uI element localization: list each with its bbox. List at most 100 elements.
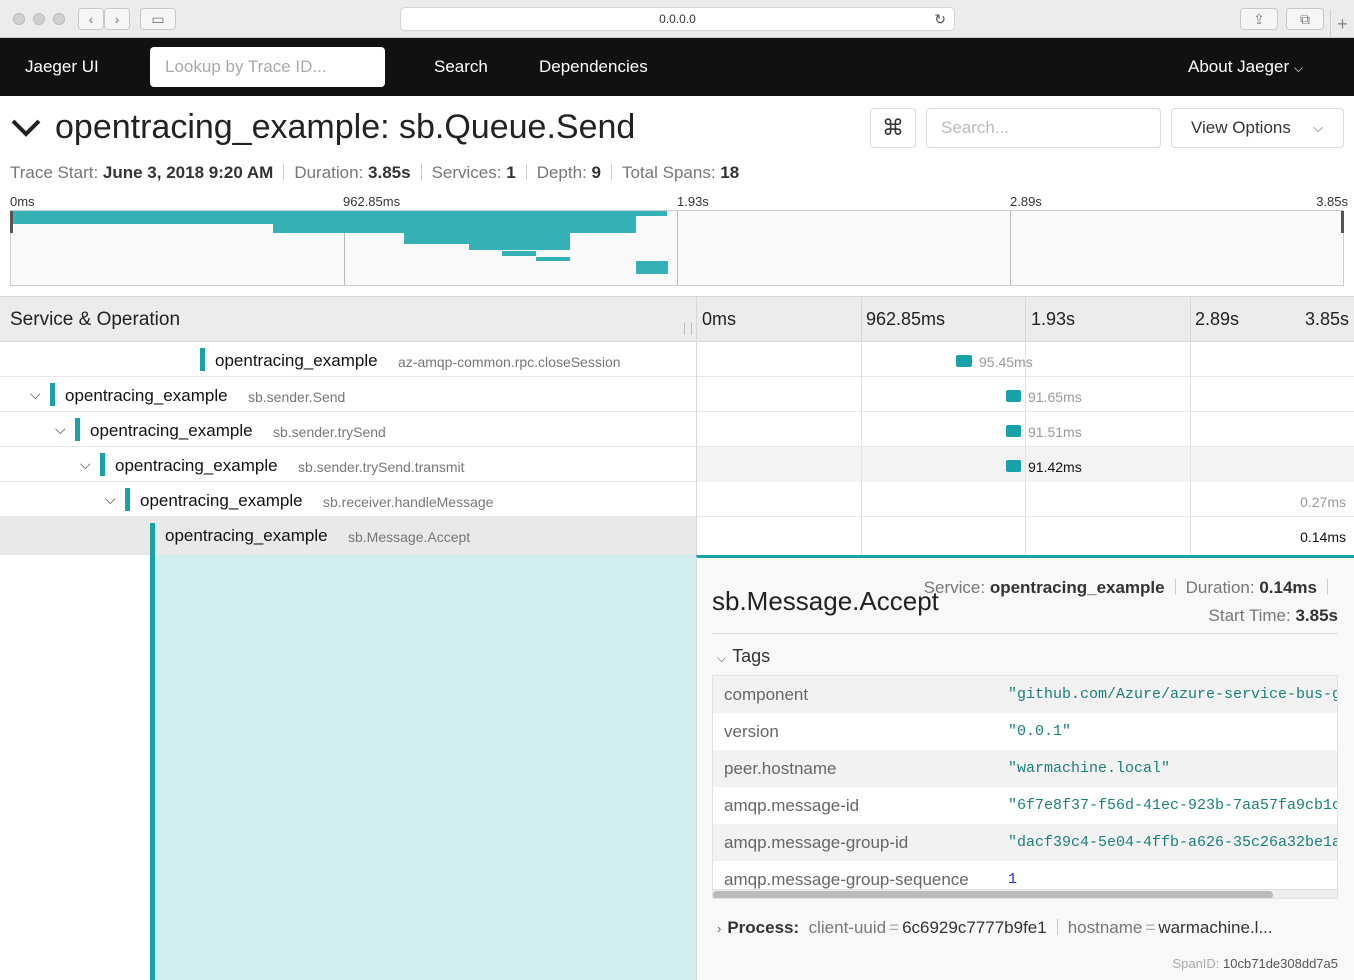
minimap-tick: 0ms — [10, 194, 35, 209]
span-row[interactable]: ⌵ opentracing_example sb.receiver.handle… — [0, 482, 1354, 517]
timeline-tick: 0ms — [702, 309, 737, 329]
forward-icon[interactable]: › — [104, 8, 130, 30]
minimap-span — [536, 257, 570, 261]
chevron-down-icon[interactable]: ⌵ — [30, 386, 41, 403]
total-spans-label: Total Spans: — [622, 163, 716, 182]
span-row-selected[interactable]: opentracing_example sb.Message.Accept 0.… — [0, 517, 1354, 555]
back-icon[interactable]: ‹ — [78, 8, 104, 30]
keyboard-shortcuts-icon[interactable]: ⌘ — [870, 108, 916, 148]
share-icon[interactable]: ⇪ — [1240, 8, 1278, 30]
span-service: opentracing_example — [140, 491, 303, 510]
minimap-right-handle[interactable] — [1341, 211, 1344, 233]
span-timeline[interactable]: 0.27ms — [696, 482, 1354, 517]
chevron-down-icon[interactable]: ⌵ — [55, 421, 66, 438]
new-tab-icon[interactable]: + — [1330, 10, 1354, 38]
divider — [712, 633, 1338, 634]
tag-value: "6f7e8f37-f56d-41ec-923b-7aa57fa9cb1c" — [1008, 797, 1338, 814]
scrollbar-thumb[interactable] — [713, 891, 1273, 898]
duration-label: Duration: — [294, 163, 364, 182]
minimap-tick: 3.85s — [1316, 194, 1348, 209]
zoom-window-icon[interactable] — [53, 13, 65, 25]
trace-minimap[interactable] — [10, 210, 1344, 286]
view-options-button[interactable]: View Options ⌵ — [1171, 108, 1344, 148]
chevron-down-icon: ⌵ — [1313, 120, 1323, 135]
span-timeline[interactable]: 95.45ms — [696, 342, 1354, 377]
chevron-down-icon: ⌵ — [717, 651, 727, 665]
span-row[interactable]: ⌵ opentracing_example sb.sender.trySend.… — [0, 447, 1354, 482]
minimap-gridline — [1010, 211, 1011, 285]
span-color-bar — [100, 453, 105, 476]
trace-start-value: June 3, 2018 9:20 AM — [102, 163, 274, 182]
trace-search-input[interactable] — [926, 108, 1161, 148]
tag-row: amqp.message-id "6f7e8f37-f56d-41ec-923b-… — [713, 787, 1338, 824]
span-row[interactable]: ⌵ opentracing_example sb.sender.trySend … — [0, 412, 1354, 447]
span-detail-meta: Service: opentracing_example Duration: 0.… — [924, 578, 1338, 626]
span-row[interactable]: opentracing_example az-amqp-common.rpc.c… — [0, 342, 1354, 377]
trace-id-lookup-input[interactable] — [150, 47, 385, 87]
tags-scrollbar[interactable] — [713, 889, 1337, 898]
span-row[interactable]: ⌵ opentracing_example sb.sender.Send 91.… — [0, 377, 1354, 412]
column-resizer[interactable] — [684, 323, 692, 335]
minimap-span — [469, 244, 570, 250]
span-service: opentracing_example — [90, 421, 253, 440]
depth-label: Depth: — [536, 163, 587, 182]
timeline-header: 0ms 962.85ms 1.93s 2.89s 3.85s — [696, 297, 1354, 343]
span-service: opentracing_example — [115, 456, 278, 475]
timeline-gridline — [1025, 297, 1026, 343]
process-key: hostname — [1067, 918, 1143, 937]
address-bar[interactable]: 0.0.0.0 ↻ — [400, 7, 955, 31]
detail-start-label: Start Time: — [1208, 606, 1291, 625]
span-operation: sb.receiver.handleMessage — [323, 494, 494, 510]
nav-dependencies-link[interactable]: Dependencies — [539, 57, 648, 77]
span-rows: opentracing_example az-amqp-common.rpc.c… — [0, 342, 1354, 555]
minimap-gridline — [677, 211, 678, 285]
span-id-label: SpanID: — [1172, 956, 1220, 971]
detail-duration-value: 0.14ms — [1259, 578, 1317, 597]
detail-start-value: 3.85s — [1295, 606, 1338, 625]
process-toggle[interactable]: › Process: client-uuid = 6c6929c7777b9fe1 ho… — [717, 918, 1273, 938]
process-key: client-uuid — [808, 918, 887, 937]
process-value: 6c6929c7777b9fe1 — [902, 918, 1047, 937]
tag-row: component "github.com/Azure/azure-service… — [713, 676, 1338, 713]
timeline-tick: 2.89s — [1195, 309, 1240, 329]
timeline-tick: 962.85ms — [866, 309, 946, 329]
span-duration: 95.45ms — [979, 354, 1033, 370]
about-jaeger-menu[interactable]: About Jaeger ⌵ — [1188, 57, 1303, 77]
span-timeline[interactable]: 91.51ms — [696, 412, 1354, 447]
sidebar-icon[interactable]: ▭ — [140, 8, 176, 30]
brand-link[interactable]: Jaeger UI — [25, 57, 99, 77]
detail-service-label: Service: — [923, 578, 986, 597]
chevron-down-icon[interactable]: ⌵ — [105, 491, 116, 508]
nav-search-link[interactable]: Search — [434, 57, 488, 77]
service-operation-header: Service & Operation — [10, 309, 181, 330]
span-timeline[interactable]: 0.14ms — [696, 517, 1354, 555]
span-operation: sb.Message.Accept — [348, 529, 471, 545]
process-label: Process: — [727, 918, 800, 937]
tags-label: Tags — [732, 646, 771, 666]
trace-meta: Trace Start: June 3, 2018 9:20 AM Duratio… — [10, 163, 739, 183]
detail-duration-label: Duration: — [1185, 578, 1255, 597]
browser-chrome: ‹ › ▭ 0.0.0.0 ↻ ⇪ ⧉ + — [0, 0, 1354, 38]
collapse-chevron-icon[interactable] — [10, 111, 42, 143]
span-operation: sb.sender.trySend — [273, 424, 386, 440]
minimap-left-handle[interactable] — [10, 211, 13, 233]
span-bar — [1006, 390, 1021, 402]
span-bar — [1006, 425, 1021, 437]
span-timeline[interactable]: 91.42ms — [696, 447, 1354, 482]
view-options-label: View Options — [1191, 118, 1291, 137]
span-id-value: 10cb71de308dd7a5 — [1223, 956, 1338, 971]
minimize-window-icon[interactable] — [33, 13, 45, 25]
tag-value: "github.com/Azure/azure-service-bus-go" — [1008, 686, 1338, 703]
span-timeline[interactable]: 91.65ms — [696, 377, 1354, 412]
chevron-down-icon[interactable]: ⌵ — [80, 456, 91, 473]
trace-title: opentracing_example: sb.Queue.Send — [55, 108, 636, 146]
tabs-icon[interactable]: ⧉ — [1286, 8, 1324, 30]
reload-icon[interactable]: ↻ — [934, 8, 946, 31]
tags-toggle[interactable]: ⌵ Tags — [717, 646, 770, 667]
url-text: 0.0.0.0 — [659, 12, 696, 26]
span-color-bar — [75, 418, 80, 441]
span-service: opentracing_example — [165, 526, 328, 545]
tag-row: amqp.message-group-id "dacf39c4-5e04-4ffb… — [713, 824, 1337, 861]
span-detail-panel: sb.Message.Accept Service: opentracing_e… — [696, 555, 1354, 980]
close-window-icon[interactable] — [13, 13, 25, 25]
